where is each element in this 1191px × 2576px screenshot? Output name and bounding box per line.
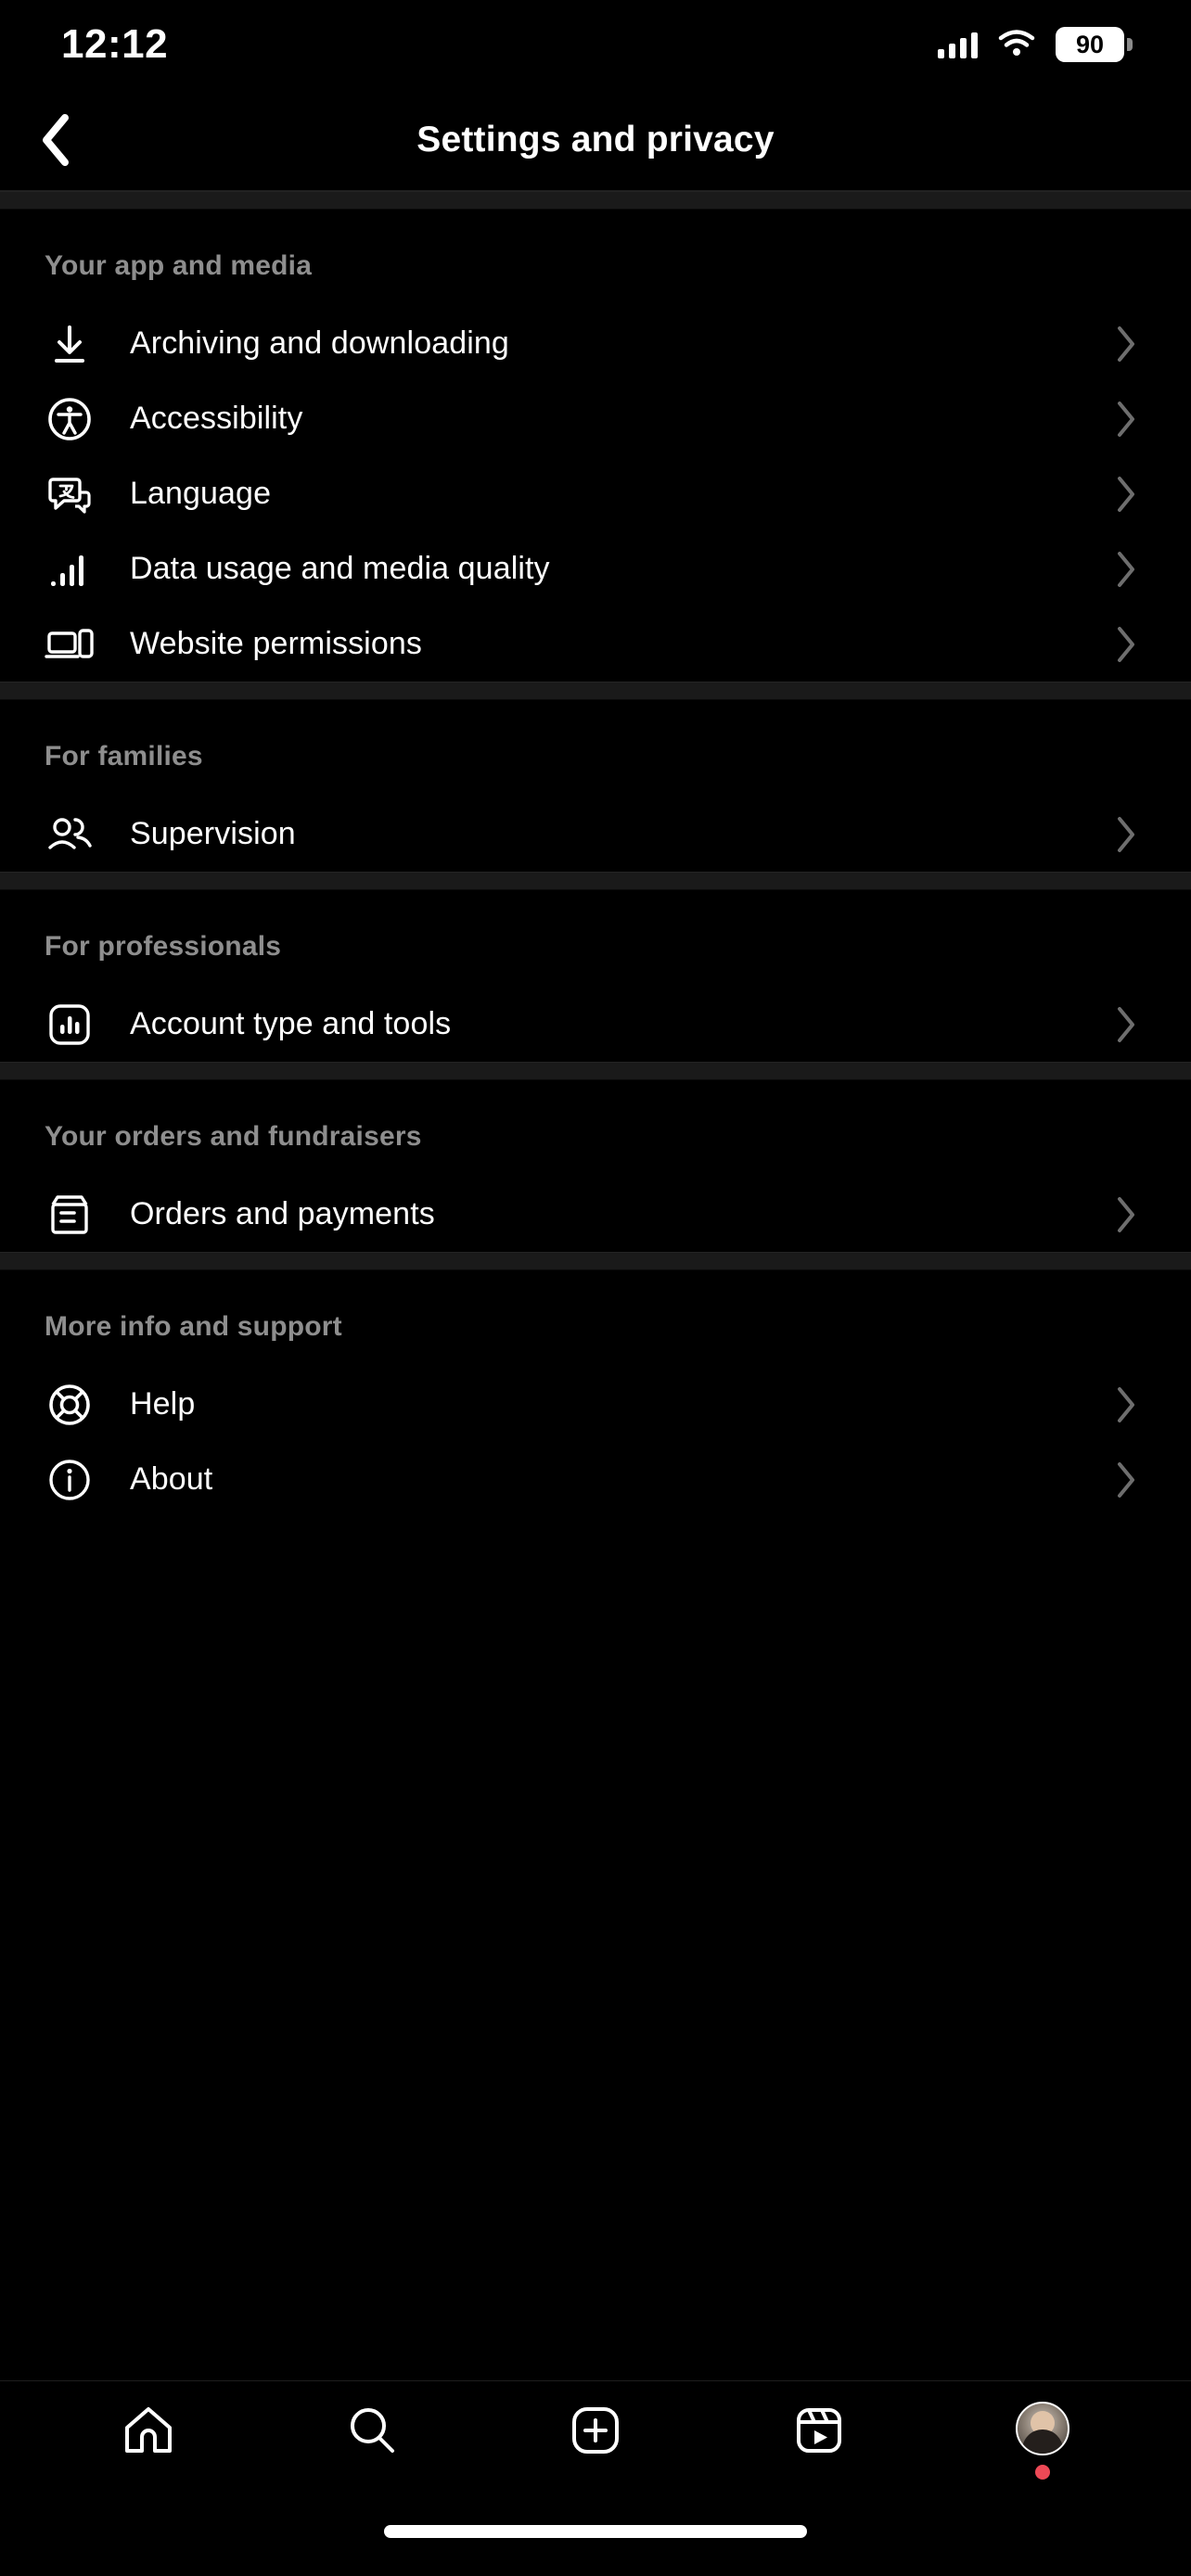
section-divider (0, 682, 1191, 700)
section-header-for-professionals: For professionals (45, 931, 282, 962)
download-icon (45, 319, 95, 369)
life-ring-icon (45, 1380, 95, 1430)
section-header-your-orders-and-fundraisers: Your orders and fundraisers (45, 1121, 422, 1152)
settings-row-website-permissions[interactable]: Website permissions (0, 606, 1191, 682)
status-icons: 90 (938, 27, 1133, 62)
reels-icon (790, 2402, 848, 2464)
chevron-right-icon (1115, 815, 1137, 854)
wifi-icon (998, 29, 1035, 61)
settings-list[interactable]: Your app and media Archiving and downloa… (0, 191, 1191, 2380)
settings-row-orders-and-payments[interactable]: Orders and payments (0, 1177, 1191, 1252)
insights-icon (45, 1000, 95, 1050)
section-header-your-app-and-media: Your app and media (45, 250, 313, 281)
settings-row-label: Help (130, 1386, 196, 1422)
people-icon (45, 810, 95, 860)
settings-row-help[interactable]: Help (0, 1367, 1191, 1442)
settings-row-label: Accessibility (130, 401, 303, 436)
bottom-tab-bar (0, 2380, 1191, 2487)
section-header-for-families: For families (45, 741, 203, 772)
battery-level: 90 (1075, 30, 1105, 58)
back-chevron-icon (43, 113, 69, 166)
chevron-right-icon (1115, 550, 1137, 589)
chevron-right-icon (1115, 400, 1137, 439)
settings-row-label: Account type and tools (130, 1006, 452, 1041)
settings-row-label: About (130, 1461, 213, 1497)
page-title: Settings and privacy (416, 119, 775, 159)
status-bar: 12:12 90 (0, 0, 1191, 89)
chevron-right-icon (1115, 1460, 1137, 1499)
chevron-right-icon (1115, 1005, 1137, 1044)
settings-row-archiving-and-downloading[interactable]: Archiving and downloading (0, 306, 1191, 381)
settings-row-language[interactable]: Language (0, 456, 1191, 531)
battery-icon: 90 (1056, 27, 1133, 62)
section-header-more-info-and-support: More info and support (45, 1311, 342, 1342)
language-icon (45, 469, 95, 519)
tab-home[interactable] (93, 2402, 204, 2487)
settings-row-label: Website permissions (130, 626, 422, 661)
tab-create[interactable] (540, 2402, 651, 2487)
home-indicator[interactable] (384, 2525, 807, 2538)
settings-row-label: Supervision (130, 816, 296, 851)
settings-row-label: Data usage and media quality (130, 551, 550, 586)
chevron-right-icon (1115, 1385, 1137, 1424)
tab-reels[interactable] (763, 2402, 875, 2487)
bar-chart-icon (45, 544, 95, 594)
devices-icon (45, 619, 95, 670)
tab-search[interactable] (316, 2402, 428, 2487)
back-button[interactable] (20, 105, 91, 175)
status-time: 12:12 (61, 21, 169, 67)
search-icon (343, 2402, 401, 2464)
section-divider (0, 1252, 1191, 1270)
settings-row-accessibility[interactable]: Accessibility (0, 381, 1191, 456)
tab-profile[interactable] (987, 2402, 1098, 2487)
nav-bar: Settings and privacy (0, 89, 1191, 191)
section-divider (0, 191, 1191, 210)
settings-row-about[interactable]: About (0, 1442, 1191, 1517)
section-divider (0, 872, 1191, 890)
settings-row-supervision[interactable]: Supervision (0, 797, 1191, 872)
chevron-right-icon (1115, 1195, 1137, 1234)
accessibility-icon (45, 394, 95, 444)
settings-row-label: Archiving and downloading (130, 325, 509, 361)
box-icon (45, 1190, 95, 1240)
chevron-right-icon (1115, 325, 1137, 363)
chevron-right-icon (1115, 625, 1137, 664)
chevron-right-icon (1115, 475, 1137, 514)
settings-row-data-usage-and-media-quality[interactable]: Data usage and media quality (0, 531, 1191, 606)
settings-row-label: Orders and payments (130, 1196, 435, 1231)
plus-square-icon (567, 2402, 624, 2464)
instagram-settings-screen: 12:12 90 Settings and privacy Your app a… (0, 0, 1191, 2576)
settings-row-account-type-and-tools[interactable]: Account type and tools (0, 987, 1191, 1062)
notification-badge-dot (1034, 2465, 1050, 2480)
section-divider (0, 1062, 1191, 1080)
info-circle-icon (45, 1455, 95, 1505)
profile-avatar-wrap (1015, 2402, 1069, 2480)
home-icon (120, 2402, 177, 2464)
home-indicator-area (0, 2487, 1191, 2576)
cellular-signal-icon (938, 31, 978, 58)
avatar (1015, 2402, 1069, 2455)
settings-row-label: Language (130, 476, 272, 511)
